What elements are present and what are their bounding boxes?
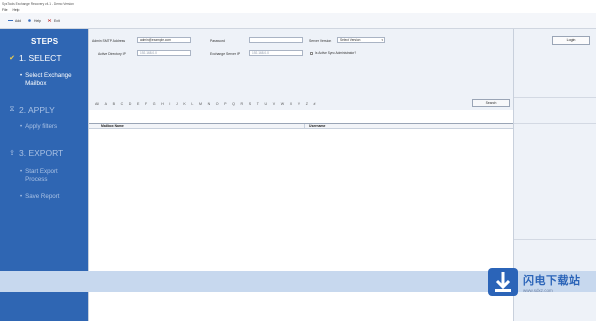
bullet-icon: • bbox=[20, 124, 23, 130]
substep-select-line2: Mailbox bbox=[25, 80, 47, 87]
substep-apply-label: Apply filters bbox=[25, 123, 58, 130]
check-icon: ✔ bbox=[9, 55, 15, 62]
steps-title: STEPS bbox=[31, 37, 59, 46]
export-icon: ⇪ bbox=[9, 150, 15, 157]
alpha-k[interactable]: K bbox=[183, 102, 185, 106]
step-apply-label: 2. APPLY bbox=[19, 105, 55, 115]
server-version-label: Server Version bbox=[309, 39, 332, 43]
step-apply[interactable]: ⧖ 2. APPLY bbox=[8, 105, 55, 115]
watermark: 闪电下载站 www.sdxz.com bbox=[486, 262, 590, 302]
help-icon bbox=[28, 19, 31, 22]
add-label: Add bbox=[15, 18, 22, 23]
alpha-f[interactable]: F bbox=[145, 102, 147, 106]
step-select[interactable]: ✔ 1. SELECT bbox=[8, 53, 62, 63]
alpha-s[interactable]: S bbox=[249, 102, 251, 106]
password-label: Password bbox=[210, 39, 225, 43]
chevron-down-icon: ▾ bbox=[381, 38, 383, 42]
alpha-r[interactable]: R bbox=[241, 102, 244, 106]
watermark-site: www.sdxz.com bbox=[523, 287, 553, 293]
alpha-u[interactable]: U bbox=[265, 102, 268, 106]
download-site-logo bbox=[488, 268, 518, 296]
title-bar: SysTools Exchange Recovery v4.1 - Demo V… bbox=[0, 0, 596, 7]
active-directory-input[interactable]: 192.168.0.0 bbox=[137, 50, 191, 56]
smtp-label: Admin SMTP Address bbox=[92, 39, 126, 43]
col-mailbox-name[interactable]: Mailbox Name bbox=[101, 124, 124, 128]
password-input[interactable] bbox=[249, 37, 303, 43]
alpha-all[interactable]: All bbox=[95, 102, 99, 106]
alpha-z[interactable]: Z bbox=[306, 102, 308, 106]
app-window: SysTools Exchange Recovery v4.1 - Demo V… bbox=[0, 0, 596, 321]
alpha-c[interactable]: C bbox=[121, 102, 124, 106]
alpha-v[interactable]: V bbox=[273, 102, 275, 106]
alpha-g[interactable]: G bbox=[153, 102, 156, 106]
filter-icon: ⧖ bbox=[9, 106, 15, 113]
active-sync-label: Is Active Sync Administrator? bbox=[315, 51, 357, 55]
smtp-input[interactable]: admin@example.com bbox=[137, 37, 191, 43]
alpha-p[interactable]: P bbox=[224, 102, 226, 106]
divider bbox=[514, 239, 596, 240]
toolbar: Add Help Exit bbox=[0, 13, 596, 29]
alpha-i[interactable]: I bbox=[169, 102, 170, 106]
col-username[interactable]: Username bbox=[309, 124, 325, 128]
substep-export-line2: Process bbox=[25, 176, 48, 183]
alpha-hash[interactable]: # bbox=[314, 102, 316, 106]
alpha-a[interactable]: A bbox=[105, 102, 107, 106]
divider bbox=[514, 123, 596, 124]
exit-label: Exit bbox=[54, 18, 60, 23]
mailbox-grid: Mailbox Name Username bbox=[89, 123, 514, 269]
grid-header: Mailbox Name Username bbox=[89, 124, 514, 129]
step-export[interactable]: ⇪ 3. EXPORT bbox=[8, 148, 63, 158]
substep-save-label: Save Report bbox=[25, 193, 60, 200]
server-version-value: Select Version bbox=[340, 38, 361, 42]
alpha-j[interactable]: J bbox=[176, 102, 178, 106]
exit-button[interactable]: Exit bbox=[47, 19, 60, 23]
add-button[interactable]: Add bbox=[8, 19, 21, 23]
search-button[interactable]: Search bbox=[472, 99, 510, 107]
window-title: SysTools Exchange Recovery v4.1 - Demo V… bbox=[2, 1, 74, 6]
login-button[interactable]: Login bbox=[552, 36, 590, 45]
step-select-label: 1. SELECT bbox=[19, 53, 62, 63]
exchange-ip-input[interactable]: 192.168.0.0 bbox=[249, 50, 303, 56]
exchange-ip-label: Exchange Server IP bbox=[210, 52, 241, 56]
alpha-x[interactable]: X bbox=[290, 102, 292, 106]
substep-start-export[interactable]: • Start Export Process bbox=[20, 168, 58, 184]
watermark-title: 闪电下载站 bbox=[523, 274, 581, 287]
substep-apply-filters[interactable]: • Apply filters bbox=[20, 123, 57, 131]
server-version-select[interactable]: Select Version ▾ bbox=[337, 37, 385, 43]
substep-select-line1: Select Exchange bbox=[25, 72, 72, 79]
alpha-o[interactable]: O bbox=[216, 102, 219, 106]
alpha-d[interactable]: D bbox=[129, 102, 132, 106]
alpha-q[interactable]: Q bbox=[232, 102, 235, 106]
alpha-y[interactable]: Y bbox=[298, 102, 300, 106]
exit-icon bbox=[47, 19, 52, 22]
alpha-b[interactable]: B bbox=[113, 102, 115, 106]
alpha-t[interactable]: T bbox=[257, 102, 259, 106]
bullet-icon: • bbox=[20, 194, 23, 200]
substep-save-report[interactable]: • Save Report bbox=[20, 193, 60, 201]
alpha-h[interactable]: H bbox=[161, 102, 164, 106]
menu-item-file[interactable]: File bbox=[2, 8, 7, 12]
add-icon bbox=[8, 20, 13, 21]
menu-item-help[interactable]: Help bbox=[12, 8, 19, 12]
alpha-m[interactable]: M bbox=[199, 102, 202, 106]
active-directory-label: Active Directory IP bbox=[98, 52, 126, 56]
help-label: Help bbox=[34, 18, 42, 23]
alpha-w[interactable]: W bbox=[281, 102, 284, 106]
help-button[interactable]: Help bbox=[27, 19, 41, 23]
alpha-n[interactable]: N bbox=[208, 102, 211, 106]
active-sync-checkbox[interactable]: Is Active Sync Administrator? bbox=[310, 51, 356, 55]
bullet-icon: • bbox=[20, 73, 23, 79]
divider bbox=[514, 97, 596, 98]
alpha-e[interactable]: E bbox=[137, 102, 139, 106]
column-divider bbox=[304, 124, 305, 129]
alpha-l[interactable]: L bbox=[191, 102, 193, 106]
substep-select-mailbox[interactable]: • Select Exchange Mailbox bbox=[20, 72, 72, 88]
alphabet-filter-bar: All A B C D E F G H I J K L M N O P Q R … bbox=[89, 97, 514, 110]
bullet-icon: • bbox=[20, 169, 23, 175]
substep-export-line1: Start Export bbox=[25, 168, 58, 175]
step-export-label: 3. EXPORT bbox=[19, 148, 64, 158]
connection-form: Admin SMTP Address admin@example.com Pas… bbox=[89, 29, 514, 97]
checkbox-box[interactable] bbox=[310, 51, 313, 55]
